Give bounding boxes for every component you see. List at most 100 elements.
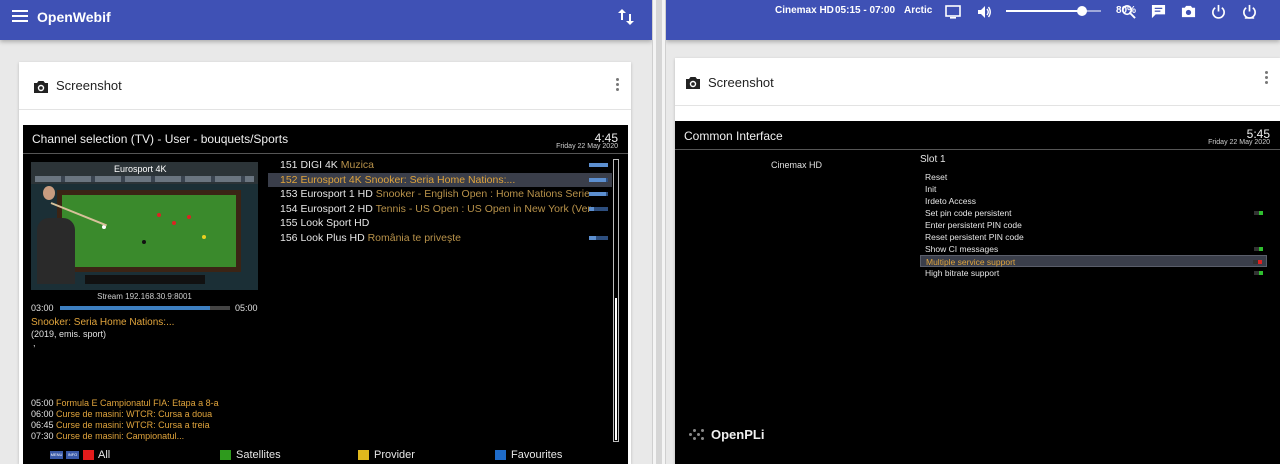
ci-menu-item-label: Init	[925, 184, 937, 194]
channel-event: Snooker: Seria Home Nations:...	[364, 173, 516, 186]
search-icon[interactable]	[1121, 4, 1136, 19]
channel-progress-fill	[589, 235, 596, 240]
camera-icon[interactable]	[1181, 4, 1196, 19]
color-key-2[interactable]	[220, 450, 231, 460]
power-standby-icon[interactable]	[1211, 4, 1226, 19]
broadcast-banner: Eurosport 4K	[31, 162, 258, 184]
pane-divider[interactable]	[652, 0, 666, 464]
ci-menu-item[interactable]: Reset persistent PIN code	[920, 231, 1267, 243]
snooker-table	[57, 190, 241, 272]
channel-number: 155	[280, 217, 298, 229]
card-title: Screenshot	[56, 78, 122, 93]
channel-row[interactable]: 156 Look Plus HD România te priveşte	[268, 231, 612, 246]
color-key-label[interactable]: Satellites	[236, 449, 281, 461]
epg-item: 05:00 Formula E Campionatul FIA: Etapa a…	[31, 398, 261, 409]
channel-progress-bar	[589, 177, 608, 182]
color-key-1[interactable]	[83, 450, 94, 460]
ci-menu-item[interactable]: Multiple service support	[920, 255, 1267, 267]
volume-slider[interactable]	[1006, 6, 1101, 16]
power-icon[interactable]	[1242, 4, 1257, 19]
channel-row[interactable]: 154 Eurosport 2 HD Tennis - US Open : US…	[268, 202, 612, 217]
player-head	[43, 186, 55, 200]
scrollbar-thumb[interactable]	[615, 298, 617, 440]
epg-item: 06:00 Curse de masini: WTCR: Cursa a dou…	[31, 409, 261, 420]
color-key-label[interactable]: Favourites	[511, 449, 562, 461]
channel-row[interactable]: 151 DIGI 4K Muzica	[268, 158, 612, 173]
current-event-extra: ,	[33, 338, 36, 348]
ci-menu-item[interactable]: Set pin code persistent	[920, 207, 1267, 219]
title-divider	[23, 153, 628, 154]
ci-menu-item[interactable]: Enter persistent PIN code	[920, 219, 1267, 231]
channel-row[interactable]: 153 Eurosport 1 HD Snooker - English Ope…	[268, 187, 612, 202]
app-brand[interactable]: OpenWebif	[37, 9, 111, 25]
color-key-4[interactable]	[495, 450, 506, 460]
stream-address: Stream 192.168.30.9:8001	[97, 292, 192, 301]
message-icon[interactable]	[1151, 4, 1166, 19]
ci-menu-item[interactable]: High bitrate support	[920, 267, 1267, 279]
swap-vertical-icon[interactable]	[618, 8, 634, 26]
ci-toggle-led	[1258, 260, 1262, 264]
ci-menu-item-label: Irdeto Access	[925, 196, 977, 206]
ci-screenshot-image: Common Interface 5:45 Friday 22 May 2020…	[675, 121, 1280, 464]
event-progress-fill	[60, 306, 210, 310]
color-key-label[interactable]: All	[98, 449, 110, 461]
more-vertical-icon[interactable]	[616, 78, 619, 91]
channel-row[interactable]: 155 Look Sport HD	[268, 216, 612, 231]
color-key-3[interactable]	[358, 450, 369, 460]
ci-toggle-led	[1259, 247, 1263, 251]
current-event-title: Snooker: Seria Home Nations:...	[31, 317, 175, 328]
card-title: Screenshot	[708, 75, 774, 90]
ci-menu-item-label: Reset	[925, 172, 948, 182]
volume-slider-knob[interactable]	[1077, 6, 1087, 16]
ci-menu-item[interactable]: Show CI messages	[920, 243, 1267, 255]
hamburger-menu-icon[interactable]	[12, 10, 28, 22]
openpli-logo: OpenPLi	[689, 427, 789, 443]
epg-time: 06:45	[31, 420, 54, 430]
openpli-logo-mark	[689, 429, 707, 441]
divider-grip[interactable]	[656, 0, 662, 464]
ci-toggle-led	[1259, 211, 1263, 215]
channel-row[interactable]: 152 Eurosport 4K Snooker: Seria Home Nat…	[268, 172, 612, 187]
channel-number: 151	[280, 159, 298, 171]
ball	[172, 221, 176, 225]
ci-channel: Cinemax HD	[771, 160, 823, 170]
now-playing-channel[interactable]: Cinemax HD	[775, 5, 834, 16]
ci-menu-item[interactable]: Reset	[920, 171, 1267, 183]
tv-icon[interactable]	[945, 4, 961, 20]
channel-progress-fill	[589, 177, 607, 182]
preview-channel-label: Eurosport 4K	[114, 164, 167, 174]
channel-name: Eurosport 1 HD	[300, 188, 373, 200]
channel-progress-bar	[589, 206, 608, 211]
channel-number: 154	[280, 202, 298, 215]
screenshot-card: Screenshot Common Interface 5:45 Friday …	[675, 58, 1280, 464]
menu-key: MENU	[50, 451, 63, 459]
channel-progress-fill	[589, 163, 608, 167]
channel-name: Eurosport 4K	[300, 173, 362, 186]
volume-fill	[1006, 10, 1082, 12]
epg-time: 06:00	[31, 409, 54, 419]
channel-event: Muzica	[340, 159, 374, 171]
ci-menu-item[interactable]: Init	[920, 183, 1267, 195]
channel-number: 152	[280, 173, 298, 186]
camera-icon	[686, 77, 700, 89]
screenshot-card: Screenshot Channel selection (TV) - User…	[19, 62, 631, 464]
right-top-app-bar: Cinemax HD 05:15 - 07:00 Arctic 80%	[666, 0, 1280, 40]
sponsor-strip	[35, 176, 254, 182]
ci-screen-title: Common Interface	[684, 129, 783, 143]
ci-menu-item[interactable]: Irdeto Access	[920, 195, 1267, 207]
channel-event: Snooker - English Open : Home Nations Se…	[375, 188, 590, 200]
more-vertical-icon[interactable]	[1265, 71, 1268, 84]
now-playing-event[interactable]: Arctic	[904, 5, 932, 16]
ci-menu-item-label: Enter persistent PIN code	[925, 220, 1022, 230]
epg-item: 06:45 Curse de masini: WTCR: Cursa a tre…	[31, 420, 261, 431]
ci-toggle-indicator	[1254, 211, 1263, 215]
channel-list-scrollbar[interactable]	[613, 159, 619, 442]
tv-screenshot-image: Channel selection (TV) - User - bouquets…	[23, 125, 628, 464]
epg-item: 07:30 Curse de masini: Campionatul...	[31, 431, 261, 442]
volume-icon[interactable]	[976, 4, 992, 20]
ci-toggle-indicator	[1254, 247, 1263, 251]
epg-title: Curse de masini: WTCR: Cursa a doua	[56, 409, 213, 419]
color-key-label[interactable]: Provider	[374, 449, 415, 461]
info-key: INFO	[66, 451, 79, 459]
current-event-subtitle: (2019, emis. sport)	[31, 329, 107, 339]
